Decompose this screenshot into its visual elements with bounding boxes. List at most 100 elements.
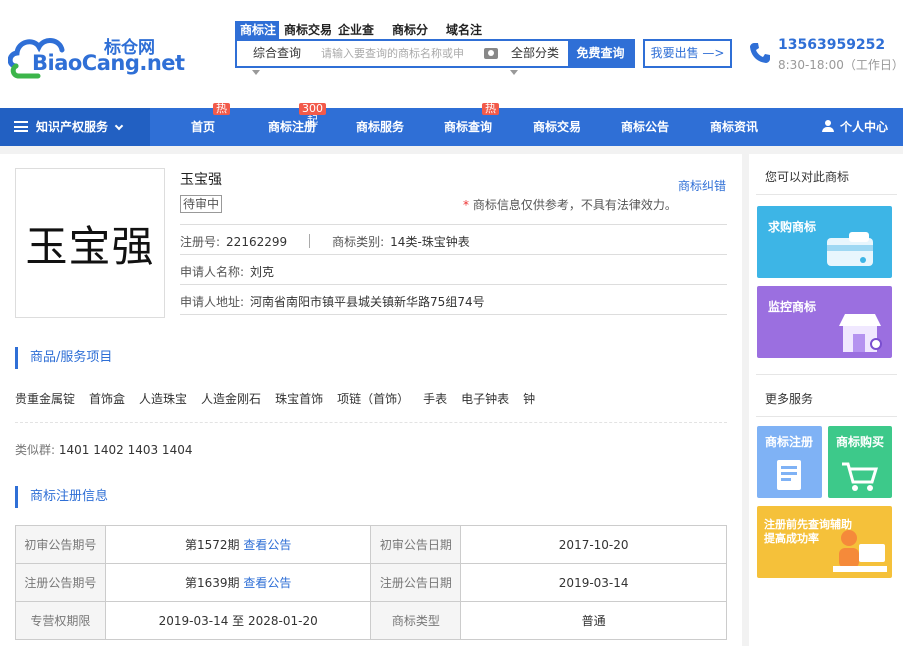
nav-item-trademark-registration[interactable]: 商标注册 300起 [262, 103, 326, 146]
user-center-label: 个人中心 [839, 120, 888, 134]
monitor-trademark-label: 监控商标 [768, 300, 817, 314]
address-value: 河南省南阳市镇平县城关镇新华路75组74号 [250, 295, 485, 309]
trademark-error-link[interactable]: 商标纠错 [678, 177, 726, 194]
hot-badge: 热 [482, 103, 499, 115]
applicant-label: 申请人名称: [180, 265, 245, 279]
trademark-purchase-card[interactable]: 商标购买 [828, 426, 892, 498]
announcement-issue: 第1572期 [184, 538, 240, 552]
nav-item-trademark-services[interactable]: 商标服务 [350, 108, 410, 146]
similar-groups-label: 类似群: [15, 443, 56, 457]
user-center-link[interactable]: 个人中心 [821, 108, 888, 146]
table-row: 初审公告期号 第1572期 查看公告 初审公告日期 2017-10-20 [15, 525, 727, 564]
search-tab-trademark-trade[interactable]: 商标交易 [279, 21, 333, 39]
table-value: 第1572期 查看公告 [104, 525, 372, 564]
nav-item-trademark-announcements[interactable]: 商标公告 [615, 108, 675, 146]
person-desk-icon [833, 530, 887, 572]
buy-trademark-label: 求购商标 [768, 220, 817, 234]
search-category-select[interactable]: 全部分类 [501, 41, 569, 66]
category-dropdown-icon[interactable] [510, 70, 518, 75]
table-label: 注册公告期号 [15, 563, 106, 602]
table-value: 普通 [460, 601, 727, 640]
sell-button[interactable]: 我要出售 —> [643, 39, 732, 68]
table-value: 第1639期 查看公告 [104, 563, 372, 602]
nav-item-trademark-trading[interactable]: 商标交易 [527, 108, 587, 146]
search-tab-trademark-class[interactable]: 商标分 [387, 21, 441, 39]
search-scope-select[interactable]: 综合查询 [237, 41, 317, 66]
view-announcement-link[interactable]: 查看公告 [243, 538, 291, 552]
reg-info-row: 注册号: 22162299 商标类别: 14类-珠宝钟表 [180, 233, 470, 250]
scope-dropdown-icon[interactable] [252, 70, 260, 75]
trademark-image: 玉宝强 [15, 168, 165, 318]
nav-item-label: 商标交易 [532, 120, 581, 134]
shop-icon [839, 314, 882, 352]
goods-item: 项链（首饰） [337, 392, 410, 406]
trademark-registration-label: 商标注册 [765, 435, 814, 449]
table-label: 初审公告期号 [15, 525, 106, 564]
sidebar: 您可以对此商标 求购商标 监控商标 更多服务 商标注册 商标购买 注册前先查询辅… [749, 154, 903, 646]
table-label: 专营权期限 [15, 601, 106, 640]
sidebar-title-more-services: 更多服务 [765, 392, 814, 406]
applicant-value: 刘克 [250, 265, 275, 279]
chevron-down-icon [114, 121, 124, 131]
divider [180, 224, 727, 225]
top-header: 标仓网 BiaoCang.net 商标注 商标交易 企业查 商标分 域名注 综合… [0, 0, 903, 108]
divider [180, 284, 727, 285]
nav-item-home[interactable]: 首页 热 [178, 103, 230, 146]
nav-item-trademark-search[interactable]: 商标查询 热 [438, 103, 499, 146]
goods-item: 手表 [423, 392, 448, 406]
divider [309, 234, 311, 248]
trademark-detail: 玉宝强 玉宝强 待审中 商标纠错 * 商标信息仅供参考，不具有法律效力。 注册号… [0, 154, 742, 646]
phone-number: 13563959252 [778, 37, 886, 53]
address-label: 申请人地址: [180, 295, 245, 309]
goods-item: 贵重金属锭 [15, 392, 76, 406]
search-button[interactable]: 免费查询 [568, 41, 633, 66]
disclaimer-text: 商标信息仅供参考，不具有法律效力。 [472, 198, 677, 212]
site-logo[interactable]: 标仓网 BiaoCang.net [8, 28, 185, 80]
search-tab-domain[interactable]: 域名注 [441, 21, 495, 39]
goods-item: 珠宝首饰 [275, 392, 324, 406]
table-row: 注册公告期号 第1639期 查看公告 注册公告日期 2019-03-14 [15, 563, 727, 602]
phone-icon [750, 43, 770, 63]
similar-groups-value: 1401 1402 1403 1404 [58, 443, 193, 457]
divider [180, 314, 727, 315]
trademark-purchase-label: 商标购买 [836, 435, 885, 449]
divider [756, 194, 897, 195]
nav-item-label: 商标公告 [620, 120, 669, 134]
search-tab-company[interactable]: 企业查 [333, 21, 387, 39]
reg-no-label: 注册号: [180, 235, 221, 249]
similar-groups: 类似群: 1401 1402 1403 1404 [15, 441, 192, 458]
table-value: 2019-03-14 [460, 563, 727, 602]
divider [756, 374, 897, 375]
monitor-trademark-card[interactable]: 监控商标 [757, 286, 892, 358]
price-badge: 300起 [299, 103, 326, 127]
table-label: 商标类型 [370, 601, 462, 640]
logo-english: BiaoCang.net [32, 51, 185, 75]
reg-no-value: 22162299 [226, 235, 288, 249]
nav-category-menu[interactable]: 知识产权服务 [0, 108, 150, 146]
search-tab-trademark-reg[interactable]: 商标注 [235, 21, 279, 39]
search-tabs: 商标注 商标交易 企业查 商标分 域名注 [235, 21, 495, 39]
buy-trademark-card[interactable]: 求购商标 [757, 206, 892, 278]
table-label: 注册公告日期 [370, 563, 462, 602]
table-row: 专营权期限 2019-03-14 至 2028-01-20 商标类型 普通 [15, 601, 727, 640]
nav-item-label: 商标服务 [355, 120, 404, 134]
sidebar-title-actions: 您可以对此商标 [765, 170, 850, 184]
goods-section-title: 商品/服务项目 [15, 347, 112, 369]
shopping-cart-icon [842, 462, 879, 491]
required-star: * [463, 198, 469, 212]
menu-icon [14, 121, 28, 132]
camera-icon[interactable] [484, 48, 498, 59]
view-announcement-link[interactable]: 查看公告 [243, 576, 291, 590]
trademark-name: 玉宝强 [180, 172, 222, 188]
registration-section-title: 商标注册信息 [15, 486, 108, 508]
nav-item-trademark-news[interactable]: 商标资讯 [704, 108, 764, 146]
search-input[interactable]: 请输入要查询的商标名称或申 [321, 44, 481, 63]
status-badge: 待审中 [180, 195, 223, 213]
announcement-issue: 第1639期 [184, 576, 240, 590]
search-box: 综合查询 请输入要查询的商标名称或申 全部分类 免费查询 [235, 39, 635, 68]
card-handshake-icon [827, 232, 873, 266]
divider [15, 422, 727, 423]
trademark-registration-card[interactable]: 商标注册 [757, 426, 822, 498]
pre-registration-query-card[interactable]: 注册前先查询辅助提高成功率 [757, 506, 892, 578]
class-label: 商标类别: [332, 235, 385, 249]
